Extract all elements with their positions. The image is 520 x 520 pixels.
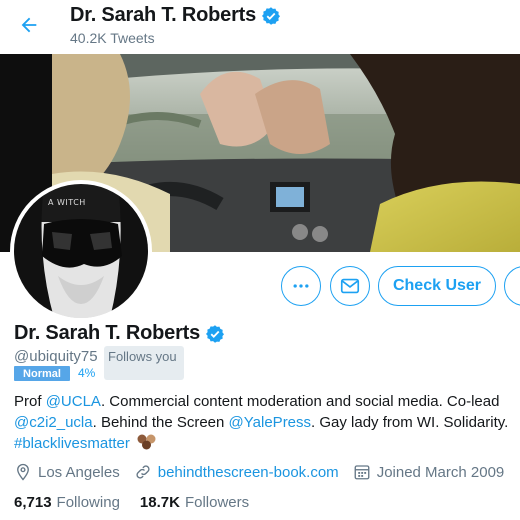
website-link[interactable]: behindthescreen-book.com (158, 464, 339, 481)
calendar-icon (354, 465, 370, 480)
follows-you-badge: Follows you (104, 346, 184, 380)
back-button[interactable] (14, 10, 44, 40)
more-options-button[interactable] (281, 266, 321, 306)
profile-header: Dr. Sarah T. Roberts 40.2K Tweets (0, 0, 520, 54)
avatar[interactable]: A WITCH (10, 180, 152, 322)
mention-link-ucla[interactable]: @UCLA (46, 393, 101, 410)
join-date-text: Joined March 2009 (376, 463, 505, 481)
user-tag-percent: 4% (78, 366, 96, 380)
avatar-image: A WITCH (14, 184, 148, 318)
following-label: Following (56, 494, 120, 511)
following-count: 6,713 (14, 494, 52, 511)
tweet-count: 40.2K Tweets (70, 30, 155, 46)
profile-bio: Prof @UCLA. Commercial content moderatio… (14, 392, 520, 455)
location-icon (17, 463, 29, 481)
message-icon (340, 278, 360, 294)
bio-text: . Behind the Screen (92, 413, 229, 431)
verified-badge-icon (206, 324, 225, 343)
message-button[interactable] (330, 266, 370, 306)
followers-count: 18.7K (139, 494, 180, 511)
bio-text: Prof (14, 393, 46, 410)
raised-fists-emoji-icon (137, 434, 156, 450)
followers-link[interactable]: 18.7K Followers (140, 494, 249, 511)
join-date: Joined March 2009 (353, 463, 505, 481)
location-text: Los Angeles (38, 463, 120, 481)
link-icon (136, 465, 150, 479)
follow-stats: 6,713 Following 18.7K Followers (14, 494, 269, 511)
mention-link-yalepress[interactable]: @YalePress (229, 414, 311, 431)
profile-name: Dr. Sarah T. Roberts (14, 322, 201, 344)
location: Los Angeles (14, 463, 120, 481)
mention-link-c2i2[interactable]: @c2i2_ucla (14, 414, 93, 431)
bio-text: . Gay lady from WI. Solidarity. (311, 413, 509, 431)
profile-meta: Los Angeles behindthescreen-book.com Joi… (14, 463, 518, 481)
user-tag-badge: Normal (14, 366, 70, 381)
check-user-button[interactable]: Check User (378, 266, 496, 306)
hashtag-link[interactable]: #blacklivesmatter (14, 435, 130, 452)
profile-handle: @ubiquity75 (14, 348, 98, 365)
avatar-text: A WITCH (48, 198, 86, 207)
more-icon (293, 284, 309, 288)
bio-text: . Commercial content moderation and soci… (100, 393, 500, 410)
back-arrow-icon (21, 17, 37, 33)
verified-badge-icon (262, 6, 281, 25)
following-link[interactable]: 6,713 Following (14, 494, 120, 511)
header-name: Dr. Sarah T. Roberts (70, 4, 257, 26)
followers-label: Followers (184, 494, 250, 511)
follow-button[interactable] (504, 266, 520, 306)
website[interactable]: behindthescreen-book.com (134, 463, 339, 481)
